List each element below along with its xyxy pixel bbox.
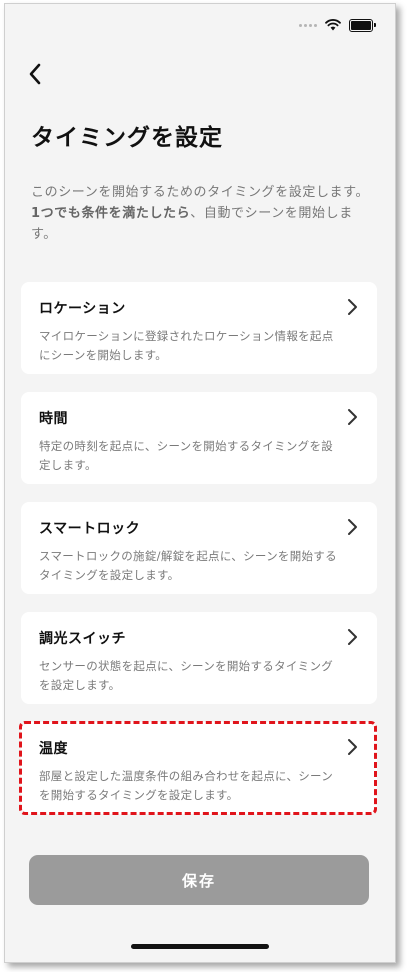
option-description: スマートロックの施錠/解錠を起点に、シーンを開始するタイミングを設定します。 [39, 549, 337, 582]
description-text-1: このシーンを開始するためのタイミングを設定します。 [31, 185, 370, 200]
option-description: 部屋と設定した温度条件の組み合わせを起点に、シーンを開始するタイミングを設定しま… [39, 769, 334, 802]
timing-option-location[interactable]: ロケーション マイロケーションに登録されたロケーション情報を起点にシーンを開始し… [21, 282, 377, 374]
phone-screen: タイミングを設定 このシーンを開始するためのタイミングを設定します。 1つでも条件… [4, 3, 396, 963]
option-description: マイロケーションに登録されたロケーション情報を起点にシーンを開始します。 [39, 329, 334, 362]
page-title: タイミングを設定 [31, 125, 223, 151]
page-description: このシーンを開始するためのタイミングを設定します。1つでも条件を満たしたら、自動… [31, 182, 371, 245]
timing-option-temperature[interactable]: 温度 部屋と設定した温度条件の組み合わせを起点に、シーンを開始するタイミングを設… [21, 722, 377, 814]
timing-option-time[interactable]: 時間 特定の時刻を起点に、シーンを開始するタイミングを設定します。 [21, 392, 377, 484]
chevron-left-icon [29, 63, 41, 85]
signal-icon [299, 23, 317, 27]
status-bar [299, 18, 376, 32]
battery-icon [349, 18, 376, 32]
save-button[interactable]: 保存 [29, 855, 369, 905]
timing-option-dimmer-switch[interactable]: 調光スイッチ センサーの状態を起点に、シーンを開始するタイミングを設定します。 [21, 612, 377, 704]
back-button[interactable] [21, 60, 49, 88]
home-indicator [131, 944, 269, 949]
option-title: 温度 [39, 741, 68, 757]
chevron-right-icon [348, 739, 357, 755]
option-title: 時間 [39, 411, 68, 427]
chevron-right-icon [348, 629, 357, 645]
option-title: スマートロック [39, 521, 141, 537]
timing-option-smart-lock[interactable]: スマートロック スマートロックの施錠/解錠を起点に、シーンを開始するタイミングを… [21, 502, 377, 594]
description-bold: 1つでも条件を満たしたら [31, 206, 191, 221]
option-description: 特定の時刻を起点に、シーンを開始するタイミングを設定します。 [39, 439, 334, 472]
option-title: 調光スイッチ [39, 631, 126, 647]
wifi-icon [325, 19, 341, 31]
option-description: センサーの状態を起点に、シーンを開始するタイミングを設定します。 [39, 659, 334, 692]
chevron-right-icon [348, 299, 357, 315]
option-title: ロケーション [39, 301, 126, 317]
chevron-right-icon [348, 409, 357, 425]
chevron-right-icon [348, 519, 357, 535]
